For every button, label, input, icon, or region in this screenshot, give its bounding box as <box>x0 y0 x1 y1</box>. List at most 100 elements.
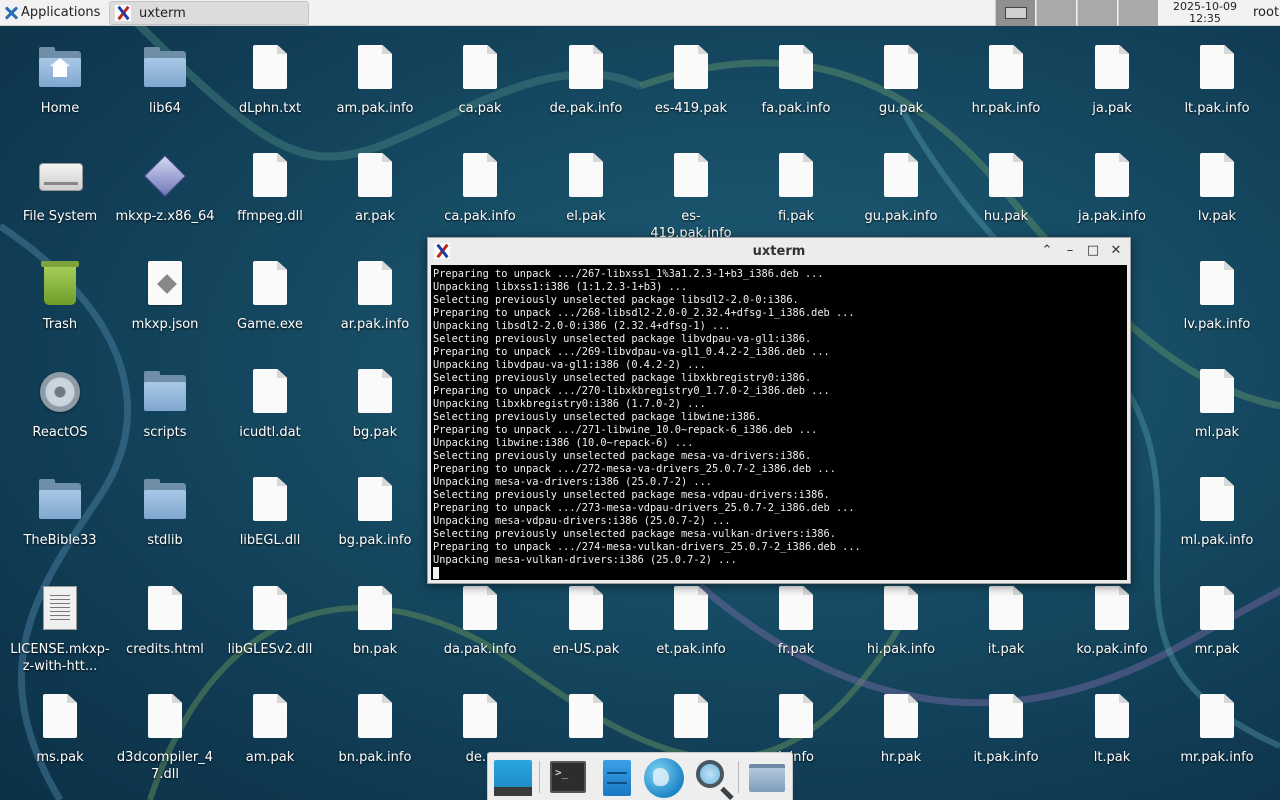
desktop-icon-label: mr.pak <box>1194 642 1240 657</box>
desktop-icon-label: scripts <box>143 425 187 440</box>
json-file-icon <box>144 261 186 307</box>
terminal-launcher[interactable] <box>546 758 588 798</box>
terminal-cursor <box>433 567 439 579</box>
desktop-icon-label: icudtl.dat <box>239 425 301 440</box>
taskbar-button-uxterm[interactable]: uxterm <box>109 1 309 25</box>
terminal-line: Preparing to unpack .../268-libsdl2-2.0-… <box>433 307 855 319</box>
desktop-icon-label: ml.pak.info <box>1180 533 1254 548</box>
desktop-icon-label: fi.pak <box>777 209 815 224</box>
desktop-icon-label: hu.pak <box>983 209 1029 224</box>
applications-label: Applications <box>21 5 101 20</box>
file-icon <box>249 369 291 415</box>
applications-menu[interactable]: Applications ⋮ <box>0 0 120 26</box>
desktop-icon-label: d3dcompiler_47.dll <box>116 750 214 782</box>
file-icon <box>1196 694 1238 740</box>
desktop-icon-label: hi.pak.info <box>866 642 936 657</box>
file-icon <box>775 694 817 740</box>
file-icon <box>249 694 291 740</box>
file-icon <box>249 477 291 523</box>
terminal-line: Unpacking libsdl2-2.0-0:i386 (2.32.4+dfs… <box>433 320 731 332</box>
terminal-line: Selecting previously unselected package … <box>433 450 812 462</box>
terminal-line: Selecting previously unselected package … <box>433 528 836 540</box>
terminal-line: Preparing to unpack .../274-mesa-vulkan-… <box>433 541 861 553</box>
workspace-4[interactable] <box>1118 0 1158 26</box>
terminal-line: Selecting previously unselected package … <box>433 372 812 384</box>
terminal-line: Preparing to unpack .../271-libwine_10.0… <box>433 424 818 436</box>
desktop-icon-label: ko.pak.info <box>1076 642 1148 657</box>
home-folder-icon <box>39 45 81 91</box>
terminal-line: Preparing to unpack .../267-libxss1_1%3a… <box>433 268 824 280</box>
file-icon <box>1196 477 1238 523</box>
desktop-icon-label: ar.pak <box>355 209 395 224</box>
file-icon <box>459 694 501 740</box>
clock[interactable]: 2025-10-09 12:35 <box>1163 0 1247 26</box>
executable-icon <box>143 153 187 199</box>
file-icon <box>39 694 81 740</box>
minimize-button[interactable]: – <box>1062 243 1078 259</box>
show-desktop-button[interactable] <box>491 758 533 798</box>
file-icon <box>354 153 396 199</box>
file-icon <box>565 586 607 632</box>
desktop-icon-label: fa.pak.info <box>761 101 831 116</box>
desktop-icon-label: TheBible33 <box>23 533 97 548</box>
uxterm-window[interactable]: uxterm ⌃ – □ ✕ Preparing to unpack .../2… <box>427 237 1131 584</box>
terminal-line: Selecting previously unselected package … <box>433 333 812 345</box>
file-icon <box>459 586 501 632</box>
file-icon <box>354 586 396 632</box>
workspace-2[interactable] <box>1036 0 1076 26</box>
file-icon <box>354 694 396 740</box>
file-icon <box>1196 153 1238 199</box>
maximize-button[interactable]: □ <box>1085 243 1101 259</box>
close-button[interactable]: ✕ <box>1108 243 1124 259</box>
shade-button[interactable]: ⌃ <box>1039 243 1055 259</box>
desktop-icon-label: Home <box>40 101 80 116</box>
file-icon <box>670 153 712 199</box>
desktop-icon-label: ca.pak <box>458 101 502 116</box>
dock <box>487 752 793 800</box>
desktop-icon-label: bn.pak.info <box>338 750 412 765</box>
terminal-output[interactable]: Preparing to unpack .../267-libxss1_1%3a… <box>431 265 1127 580</box>
file-icon <box>1091 153 1133 199</box>
terminal-icon <box>550 761 586 793</box>
file-icon <box>1196 45 1238 91</box>
terminal-line: Unpacking mesa-va-drivers:i386 (25.0.7-2… <box>433 476 712 488</box>
desktop-icon-label: hr.pak.info <box>971 101 1041 116</box>
desktop-icon-label: ffmpeg.dll <box>237 209 303 224</box>
file-icon <box>880 153 922 199</box>
file-icon <box>144 694 186 740</box>
workspace-1[interactable] <box>995 0 1035 26</box>
trash-icon <box>39 261 81 307</box>
file-icon <box>249 45 291 91</box>
desktop-icon-label: bg.pak.info <box>338 533 412 548</box>
file-icon <box>1091 694 1133 740</box>
file-icon <box>1091 45 1133 91</box>
terminal-line: Selecting previously unselected package … <box>433 294 799 306</box>
window-title: uxterm <box>752 244 806 259</box>
desktop-icon-label: libGLESv2.dll <box>227 642 313 657</box>
file-icon <box>670 45 712 91</box>
show-desktop-icon <box>494 760 532 796</box>
desktop-icon-label: am.pak <box>245 750 295 765</box>
file-icon <box>985 694 1027 740</box>
workspace-3[interactable] <box>1077 0 1117 26</box>
user-menu[interactable]: root <box>1253 5 1279 20</box>
terminal-line: Preparing to unpack .../273-mesa-vdpau-d… <box>433 502 855 514</box>
app-finder-launcher[interactable] <box>690 758 732 798</box>
web-browser-launcher[interactable] <box>642 758 684 798</box>
terminal-line: Preparing to unpack .../269-libvdpau-va-… <box>433 346 830 358</box>
top-panel: Applications ⋮ uxterm 2025-10-09 12:35 r… <box>0 0 1280 26</box>
desktop-icon-label: File System <box>22 209 98 224</box>
file-manager-launcher[interactable] <box>594 758 636 798</box>
window-titlebar[interactable]: uxterm ⌃ – □ ✕ <box>428 238 1130 265</box>
terminal-line: Selecting previously unselected package … <box>433 489 830 501</box>
desktop-icon-label: ml.pak <box>1194 425 1240 440</box>
file-icon <box>354 45 396 91</box>
terminal-line: Unpacking libxss1:i386 (1:1.2.3-1+b3) ..… <box>433 281 688 293</box>
desktop-icon-label: LICENSE.mkxp-z-with-htt... <box>10 642 110 674</box>
desktop-icon-label: Trash <box>42 317 78 332</box>
desktop-icon-label: lv.pak <box>1197 209 1237 224</box>
terminal-line: Unpacking mesa-vulkan-drivers:i386 (25.0… <box>433 554 737 566</box>
folder-launcher[interactable] <box>746 758 788 798</box>
desktop-icon-label: fr.pak <box>777 642 815 657</box>
desktop-icon-label: lt.pak.info <box>1184 101 1250 116</box>
